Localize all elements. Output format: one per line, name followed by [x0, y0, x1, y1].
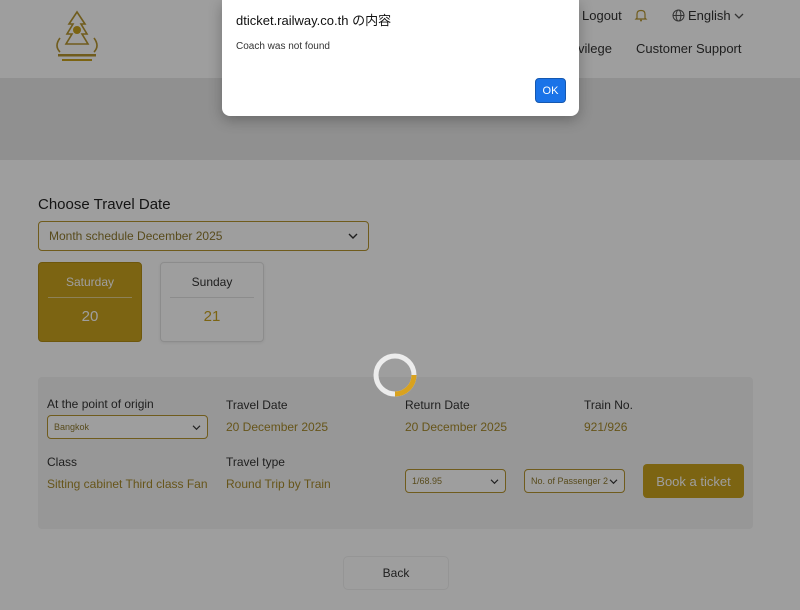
dialog-message: Coach was not found: [236, 41, 330, 52]
loading-spinner-icon: [373, 353, 417, 397]
dialog-title: dticket.railway.co.th の内容: [236, 13, 392, 28]
alert-dialog: dticket.railway.co.th の内容 Coach was not …: [222, 0, 579, 116]
ok-button[interactable]: OK: [535, 78, 566, 103]
